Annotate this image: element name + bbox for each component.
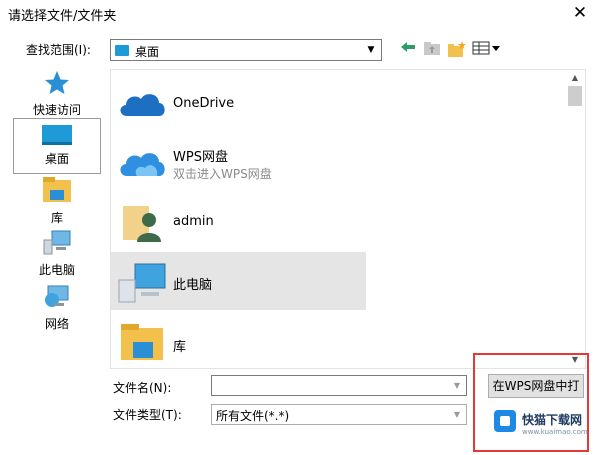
computer-icon — [118, 263, 166, 303]
desktop-folder-icon — [115, 45, 129, 56]
vertical-scrollbar[interactable]: ▲ ▼ — [566, 70, 584, 368]
file-description: 双击进入WPS网盘 — [173, 167, 272, 181]
back-button[interactable] — [398, 40, 418, 60]
chevron-down-icon[interactable]: ▼ — [450, 406, 464, 423]
library-folder-icon — [121, 324, 163, 360]
place-network[interactable]: 网络 — [13, 282, 101, 336]
place-label: 库 — [50, 211, 63, 225]
lookin-label: 查找范围(I): — [26, 43, 91, 57]
place-label: 网络 — [44, 317, 69, 331]
scroll-up-icon[interactable]: ▲ — [566, 70, 584, 86]
list-item[interactable]: WPS网盘 双击进入WPS网盘 — [111, 132, 366, 190]
new-folder-icon — [448, 41, 466, 57]
new-folder-button[interactable] — [447, 40, 467, 60]
library-folder-icon — [43, 177, 71, 202]
file-name: OneDrive — [173, 96, 235, 111]
filename-input[interactable]: ▼ — [211, 375, 467, 396]
wps-cloud-icon — [120, 153, 165, 176]
window-title: 请选择文件/文件夹 — [8, 9, 117, 24]
list-item[interactable]: admin — [111, 192, 366, 250]
view-grid-icon — [472, 41, 500, 55]
close-button[interactable]: ✕ — [568, 2, 592, 24]
watermark: 快猫下载网 www.kuaimao.com — [490, 406, 588, 446]
scroll-thumb[interactable] — [568, 86, 582, 106]
filename-label: 文件名(N): — [113, 381, 172, 395]
filetype-dropdown[interactable]: 所有文件(*.*) ▼ — [211, 404, 467, 425]
place-label: 此电脑 — [38, 263, 75, 277]
lookin-dropdown[interactable]: 桌面 ▼ — [110, 39, 382, 61]
file-name: 库 — [173, 340, 187, 355]
chevron-down-icon[interactable]: ▼ — [450, 377, 464, 394]
place-label: 快速访问 — [32, 103, 81, 117]
filetype-label: 文件类型(T): — [113, 408, 182, 422]
file-name: WPS网盘 — [173, 150, 228, 165]
place-label: 桌面 — [44, 152, 69, 166]
place-libraries[interactable]: 库 — [13, 176, 101, 226]
place-quick-access[interactable]: 快速访问 — [13, 70, 101, 118]
file-list[interactable]: OneDrive WPS网盘 双击进入WPS网盘 admin 此电脑 库 — [110, 69, 586, 369]
user-folder-icon — [123, 206, 161, 242]
places-bar: 快速访问 桌面 库 此电脑 网络 — [13, 66, 101, 366]
place-desktop[interactable]: 桌面 — [13, 118, 101, 174]
watermark-url: www.kuaimao.com — [522, 428, 588, 436]
chevron-down-icon[interactable]: ▼ — [363, 41, 379, 59]
view-menu-button[interactable] — [471, 40, 503, 60]
list-item[interactable]: 库 — [111, 312, 366, 370]
watermark-text: 快猫下载网 — [522, 413, 583, 427]
network-icon — [45, 285, 69, 307]
place-this-pc[interactable]: 此电脑 — [13, 228, 101, 280]
up-folder-button[interactable] — [422, 40, 442, 60]
title-bar: 请选择文件/文件夹 ✕ — [0, 0, 596, 28]
onedrive-cloud-icon — [120, 94, 165, 116]
desktop-icon — [42, 125, 72, 145]
filetype-value: 所有文件(*.*) — [216, 409, 290, 423]
list-item[interactable]: OneDrive — [111, 72, 366, 130]
lookin-value: 桌面 — [135, 45, 160, 59]
computer-icon — [43, 230, 71, 255]
file-name: admin — [173, 214, 214, 229]
list-item-selected[interactable]: 此电脑 — [111, 252, 366, 310]
up-folder-icon — [424, 42, 440, 55]
back-arrow-icon — [401, 42, 415, 52]
star-icon — [45, 71, 69, 94]
watermark-logo-icon — [494, 410, 516, 432]
file-name: 此电脑 — [173, 278, 213, 293]
